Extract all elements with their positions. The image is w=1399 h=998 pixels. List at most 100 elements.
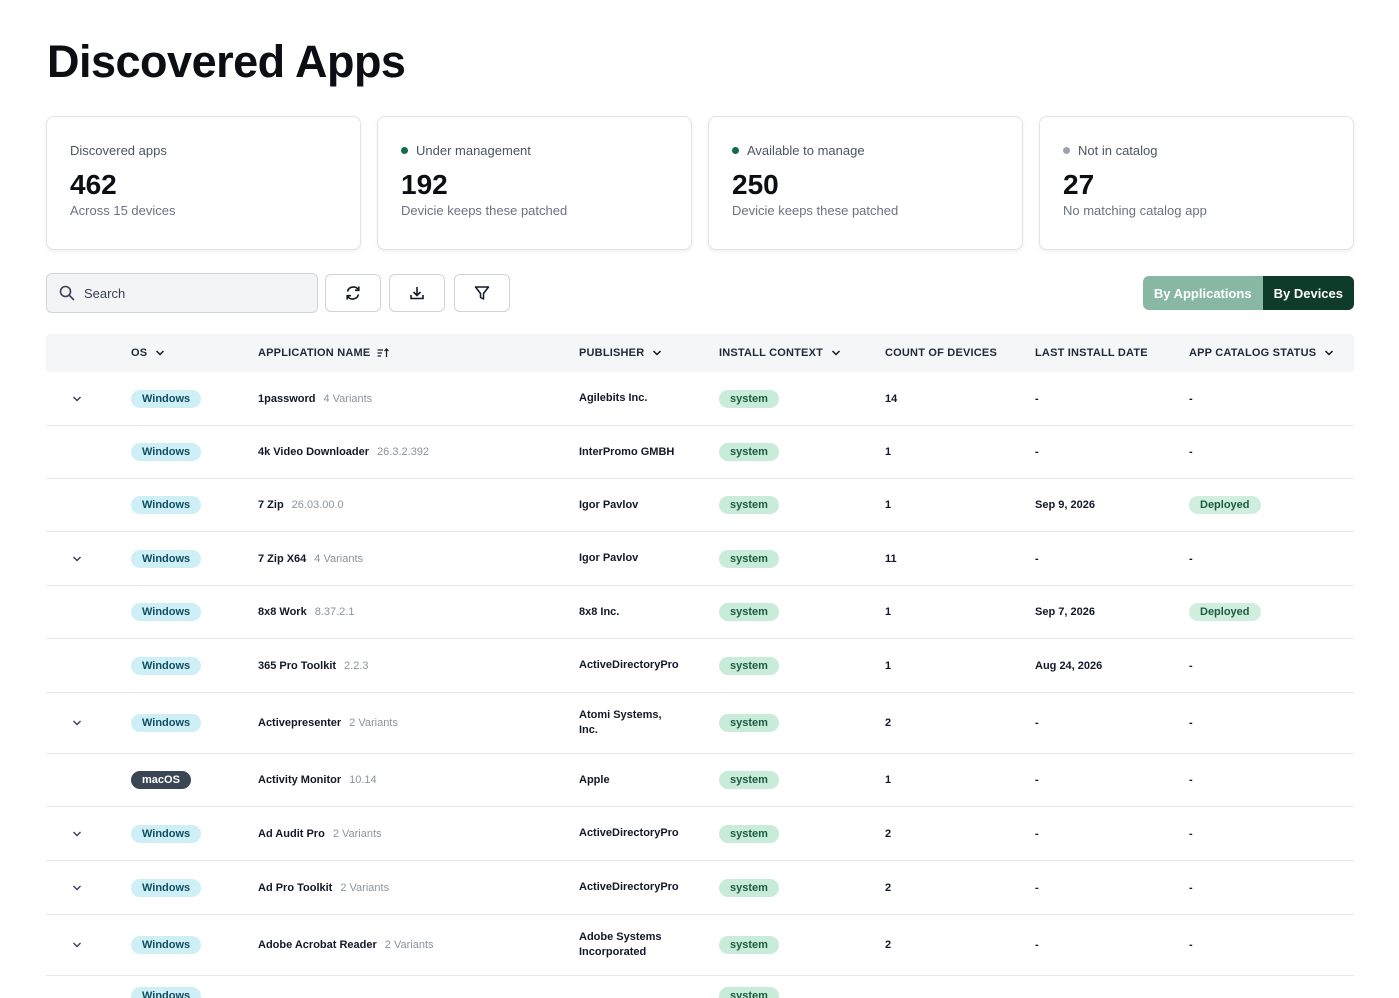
by-applications-button[interactable]: By Applications [1142,276,1263,310]
app-name[interactable]: Ad Audit Pro [258,828,325,840]
refresh-button[interactable] [325,274,381,312]
table-row[interactable]: macOS Activity Monitor 10.14 Apple system 1 - - [46,754,1354,807]
app-name-cell: Activity Monitor 10.14 [258,754,377,806]
col-app-name[interactable]: APPLICATION NAME [258,334,390,372]
table-row[interactable]: Windows Adobe Acrobat Reader 2 Variants Ado… [46,915,1354,976]
os-badge: Windows [131,656,202,675]
stat-card-discovered[interactable]: Discovered apps 462 Across 15 devices [46,116,361,250]
download-button[interactable] [389,274,445,312]
table-row[interactable]: Windows 8x8 Work 8.37.2.1 8x8 Inc. system 1 Se… [46,586,1354,639]
expand-toggle[interactable] [70,861,84,914]
catalog-status-cell: - [1189,939,1193,951]
app-name[interactable]: 4k Video Downloader [258,446,369,458]
app-name[interactable]: Ad Pro Toolkit [258,882,332,894]
table-row[interactable]: Windows Ad Pro Toolkit 2 Variants ActiveDir… [46,861,1354,915]
table-row[interactable]: Windows 7 Zip X64 4 Variants Igor Pavlov sys… [46,532,1354,586]
download-icon [410,287,424,300]
col-last-install-label: LAST INSTALL DATE [1035,347,1148,359]
publisher: InterPromo GMBH [579,445,675,458]
col-catalog-status[interactable]: APP CATALOG STATUS [1189,334,1336,372]
last-install-date: - [1035,827,1039,840]
os-cell: Windows [131,693,202,753]
install-context-cell: system [719,532,779,585]
install-context-badge: system [719,987,779,998]
stat-card-not-in-catalog[interactable]: Not in catalog 27 No matching catalog ap… [1039,116,1354,250]
chevron-down-icon [73,942,81,948]
stat-label: Not in catalog [1063,142,1330,158]
catalog-status-cell: - [1189,881,1193,894]
os-cell: Windows [131,807,202,860]
table-row[interactable]: Windows 1password 4 Variants Agilebits Inc.… [46,372,1354,426]
col-last-install[interactable]: LAST INSTALL DATE [1035,334,1148,372]
table-row[interactable]: Windows 7 Zip 26.03.00.0 Igor Pavlov system 1… [46,479,1354,532]
install-context-cell: system [719,426,779,478]
catalog-status-cell: - [1189,659,1193,672]
device-count: 1 [885,774,892,786]
app-name[interactable]: 365 Pro Toolkit [258,660,336,672]
os-badge: Windows [131,987,202,998]
col-os[interactable]: OS [131,334,167,372]
app-version: 2 Variants [384,939,434,951]
chevron-down-icon [73,720,81,726]
catalog-status-cell: - [1189,774,1193,786]
expand-toggle[interactable] [70,693,84,753]
os-badge: Windows [131,878,202,897]
last-install-date: Sep 9, 2026 [1035,499,1095,511]
chevron-down-icon [653,350,662,356]
stat-value: 27 [1063,169,1095,200]
publisher-cell: Atomi Systems, Inc. [579,693,679,753]
stat-card-available[interactable]: Available to manage 250 Devicie keeps th… [708,116,1023,250]
catalog-status-cell: Deployed [1189,479,1261,531]
col-publisher[interactable]: PUBLISHER [579,334,664,372]
search-box[interactable] [46,273,318,313]
table-row[interactable]: Windows 365 Pro Toolkit 2.2.3 ActiveDirecto… [46,639,1354,693]
table-row[interactable]: Windows Ad Audit Pro 2 Variants ActiveDirec… [46,807,1354,861]
os-cell: Windows [131,976,202,998]
os-cell: Windows [131,479,202,531]
col-install-context[interactable]: INSTALL CONTEXT [719,334,843,372]
app-name-cell: Adobe Acrobat Reader 2 Variants [258,915,434,975]
table-row[interactable]: Windows system [46,976,1354,998]
catalog-status-cell: - [1189,827,1193,840]
stat-card-under-management[interactable]: Under management 192 Devicie keeps these… [377,116,692,250]
table-row[interactable]: Windows Activepresenter 2 Variants Atomi Sy… [46,693,1354,754]
chevron-down-icon [73,396,81,401]
last-install-date: - [1035,717,1039,729]
chevron-down-icon [73,831,81,836]
filter-button[interactable] [454,274,510,312]
os-badge: Windows [131,603,202,621]
last-install-date: Sep 7, 2026 [1035,606,1095,618]
publisher: Agilebits Inc. [579,392,648,404]
install-context-cell: system [719,754,779,806]
app-name[interactable]: Activepresenter [258,717,341,729]
install-context-cell: system [719,479,779,531]
app-name[interactable]: Adobe Acrobat Reader [258,939,377,951]
last-install-date: - [1035,392,1039,405]
app-name-cell [258,976,266,998]
expand-toggle[interactable] [70,532,84,585]
by-devices-button[interactable]: By Devices [1262,276,1354,310]
app-name-cell: 365 Pro Toolkit 2.2.3 [258,639,369,692]
view-toggle: By Applications By Devices [1142,276,1354,310]
stat-label: Discovered apps [70,142,337,158]
expand-toggle[interactable] [70,372,84,425]
app-name[interactable]: 1password [258,393,315,405]
col-count[interactable]: COUNT OF DEVICES [885,334,997,372]
status-badge: Deployed [1189,496,1261,514]
expand-toggle[interactable] [70,915,84,975]
table-row[interactable]: Windows 4k Video Downloader 26.3.2.392 Inte… [46,426,1354,479]
app-name-cell: 4k Video Downloader 26.3.2.392 [258,426,429,478]
app-name[interactable]: 7 Zip X64 [258,553,306,565]
install-context-badge: system [719,389,779,408]
table-body: Windows 1password 4 Variants Agilebits Inc.… [46,372,1354,998]
search-input[interactable] [84,285,284,301]
app-name-cell: 7 Zip X64 4 Variants [258,532,363,585]
app-name[interactable]: 7 Zip [258,499,284,511]
os-cell: Windows [131,861,202,914]
expand-toggle[interactable] [70,807,84,860]
device-count: 1 [885,659,892,672]
app-name[interactable]: Activity Monitor [258,774,341,786]
os-cell: Windows [131,532,202,585]
app-name-cell: Ad Pro Toolkit 2 Variants [258,861,389,914]
app-name[interactable]: 8x8 Work [258,606,307,618]
